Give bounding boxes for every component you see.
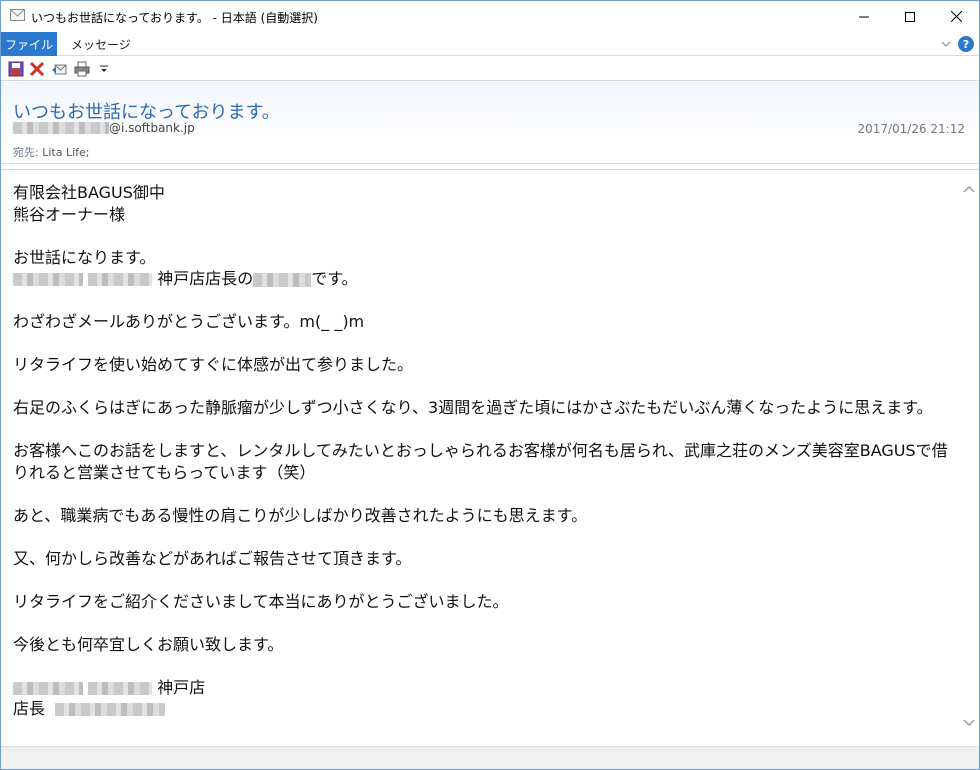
body-line: お客様へこのお話をしますと、レンタルしてみたいとおっしゃられるお客様が何名も居ら… [13,441,948,482]
chevron-down-icon[interactable] [939,37,953,51]
save-icon[interactable] [8,61,24,77]
title-bar[interactable]: いつもお世話になっております。 - 日本語 (自動選択) [1,1,979,32]
body-line: 熊谷オーナー様 [13,204,126,224]
signature-title: 店長 [13,698,953,720]
reply-icon[interactable] [51,61,67,77]
body-line: リタライフをご紹介くださいまして本当にありがとうございました。 [13,591,509,611]
print-icon[interactable] [74,61,90,77]
body-line-store: 神戸店店長の です。 [13,268,953,290]
minimize-button[interactable] [841,1,887,32]
to-label: 宛先: [13,146,39,159]
sender[interactable]: @i.softbank.jp [13,121,195,135]
maximize-icon [905,11,915,22]
signature-store: 神戸店 [13,677,953,699]
message-body[interactable]: 有限会社BAGUS御中 熊谷オーナー様 お世話になります。 神戸店店長の です。 … [1,169,979,746]
body-line: 有限会社BAGUS御中 [13,183,165,202]
body-line: 今後とも何卒宜しくお願い致します。 [13,634,284,654]
redacted-sender-name [13,122,109,134]
signature-store-name: 神戸店 [157,677,206,697]
body-text: 有限会社BAGUS御中 熊谷オーナー様 お世話になります。 神戸店店長の です。 … [13,182,953,720]
redacted-company [88,681,153,695]
body-line: わざわざメールありがとうございます。m(_ _)m [13,312,365,331]
ribbon-tabs: ファイル メッセージ ? [1,32,979,56]
tab-message[interactable]: メッセージ [71,36,131,53]
close-icon [950,11,962,22]
redacted-signature-name [55,703,166,716]
customize-dropdown-icon[interactable] [96,61,112,77]
scroll-up-icon[interactable] [963,184,975,194]
sender-domain: @i.softbank.jp [109,121,195,135]
redacted-name [253,272,312,287]
mail-window: いつもお世話になっております。 - 日本語 (自動選択) ファイル メッセージ … [0,0,980,770]
redacted-company [13,273,83,286]
body-line: あと、職業病でもある慢性の肩こりが少しばかり改善されたようにも思えます。 [13,505,588,525]
store-manager-end: です。 [311,269,358,288]
delete-icon[interactable] [29,61,45,77]
redacted-company [13,681,83,695]
close-button[interactable] [933,1,979,32]
body-line: 右足のふくらはぎにあった静脈瘤が少しずつ小さくなり、3週間を過ぎた頃にはかさぶた… [13,398,933,417]
status-bar [1,746,979,769]
tab-file[interactable]: ファイル [1,32,57,56]
maximize-button[interactable] [887,1,933,32]
minimize-icon [859,16,869,17]
body-line: お世話になります。 [13,247,156,267]
redacted-company [88,273,153,286]
to-value[interactable]: Lita Life; [42,146,89,159]
signature-title-text: 店長 [13,699,46,718]
message-header: いつもお世話になっております。 @i.softbank.jp 2017/01/2… [1,82,979,164]
recipient-line: 宛先: Lita Life; [13,144,89,160]
envelope-icon [10,9,25,21]
store-manager-text: 神戸店店長の [157,269,254,288]
scroll-down-icon[interactable] [963,718,975,728]
received-date: 2017/01/26 21:12 [857,122,965,136]
help-button[interactable]: ? [958,36,974,52]
body-line: リタライフを使い始めてすぐに体感が出て参りました。 [13,355,414,374]
quick-access-toolbar [1,57,979,81]
window-title: いつもお世話になっております。 - 日本語 (自動選択) [31,11,318,25]
body-line: 又、何かしら改善などがあればご報告させて頂きます。 [13,548,412,568]
